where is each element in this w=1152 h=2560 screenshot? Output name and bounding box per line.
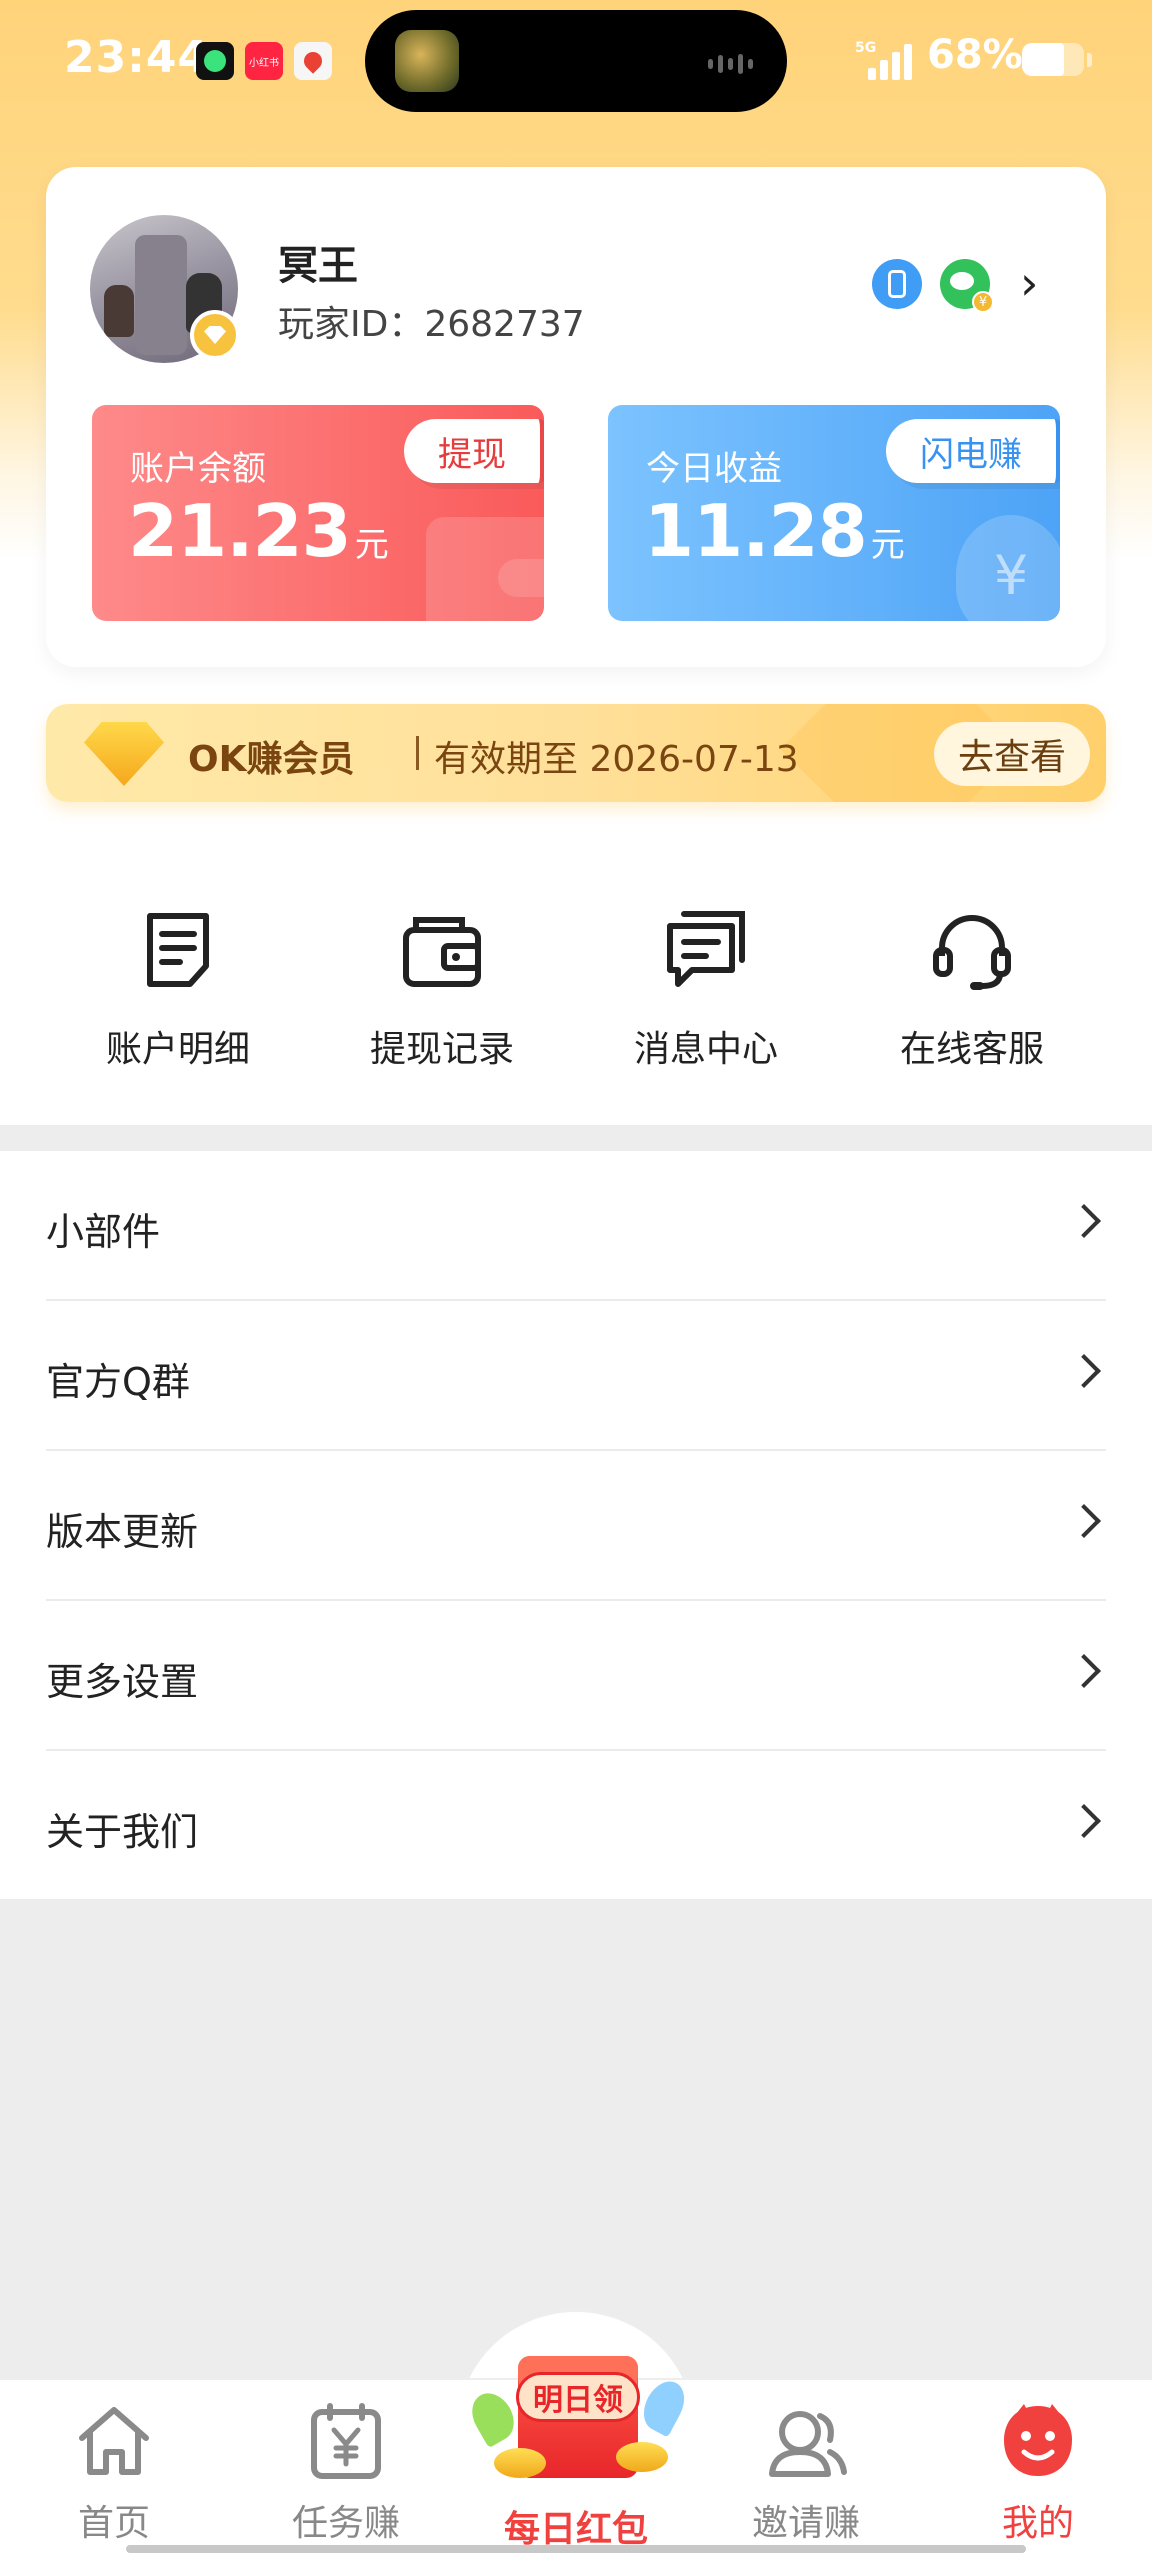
vip-expiry: 有效期至 2026-07-13: [434, 739, 799, 780]
coin-icon: [616, 2442, 668, 2472]
status-time: 23:44: [64, 32, 210, 83]
nav-label: 首页: [77, 2503, 150, 2544]
menu-item-label: 关于我们: [46, 1810, 199, 1854]
balance-card[interactable]: 账户余额 21.23 元 提现: [92, 405, 544, 621]
chevron-right-icon: [1067, 1804, 1101, 1838]
menu-item-qq-group[interactable]: 官方Q群: [46, 1301, 1106, 1451]
profile-card: 冥王 玩家ID：2682737 ¥ › 账户余额 21.23 元 提现 今日收益 …: [46, 167, 1106, 667]
chevron-right-icon: [1067, 1654, 1101, 1688]
menu-item-widgets[interactable]: 小部件: [46, 1151, 1106, 1301]
balance-label: 账户余额: [130, 449, 266, 489]
menu-item-more-settings[interactable]: 更多设置: [46, 1601, 1106, 1751]
today-earnings-value: 11.28 元: [644, 489, 905, 573]
audio-wave-icon: [708, 54, 753, 74]
quick-action-label: 在线客服: [899, 1029, 1044, 1070]
profile-detail-chevron-icon[interactable]: ›: [1020, 260, 1062, 306]
nav-tasks[interactable]: 任务赚: [256, 2400, 436, 2546]
music-app-icon: [196, 42, 234, 80]
today-earnings-card[interactable]: 今日收益 11.28 元 ¥ 闪电赚: [608, 405, 1060, 621]
vip-banner[interactable]: OK赚会员 有效期至 2026-07-13 去查看: [46, 704, 1106, 802]
dynamic-island: [365, 10, 787, 112]
menu-item-label: 版本更新: [46, 1510, 199, 1554]
menu-item-label: 官方Q群: [46, 1360, 190, 1404]
task-calendar-icon: [304, 2400, 388, 2484]
nav-label: 我的: [1001, 2503, 1074, 2544]
section-divider: [0, 1125, 1152, 1151]
settings-menu: 小部件 官方Q群 版本更新 更多设置 关于我们: [0, 1151, 1152, 1899]
xiaohongshu-app-icon: 小红书: [245, 42, 283, 80]
nav-invite[interactable]: 邀请赚: [716, 2400, 896, 2546]
nav-home[interactable]: 首页: [24, 2400, 204, 2546]
quick-action-label: 提现记录: [369, 1029, 514, 1070]
home-icon: [72, 2400, 156, 2484]
vip-title: OK赚会员: [188, 739, 355, 780]
chevron-right-icon: [1067, 1354, 1101, 1388]
document-icon: [136, 908, 220, 992]
money-bag-deco-icon: ¥: [956, 515, 1060, 621]
quick-actions: 账户明细 提现记录 消息中心 在线客服: [0, 880, 1152, 1100]
coin-icon: [494, 2448, 546, 2478]
wallet-deco-icon: [426, 517, 544, 621]
daily-packet-badge: 明日领: [516, 2372, 640, 2422]
leaf-deco-icon: [635, 2374, 693, 2438]
message-icon: [664, 908, 748, 992]
smile-face-icon: [996, 2400, 1080, 2484]
map-app-icon: [294, 42, 332, 80]
quick-action-account-detail[interactable]: 账户明细: [48, 880, 308, 1072]
menu-item-label: 更多设置: [46, 1660, 199, 1704]
vip-separator: [416, 736, 419, 770]
battery-icon: [1022, 43, 1084, 76]
nav-label: 任务赚: [291, 2503, 400, 2544]
quick-action-label: 账户明细: [105, 1029, 250, 1070]
menu-item-about-us[interactable]: 关于我们: [46, 1751, 1106, 1901]
phone-bound-icon: [872, 259, 922, 309]
chevron-right-icon: [1067, 1204, 1101, 1238]
balance-value: 21.23 元: [128, 489, 389, 573]
invite-people-icon: [764, 2400, 848, 2484]
quick-action-withdraw-records[interactable]: 提现记录: [312, 880, 572, 1072]
leaf-deco-icon: [464, 2385, 522, 2449]
daily-red-packet-button[interactable]: 明日领: [464, 2330, 693, 2480]
now-playing-artwork: [395, 30, 459, 92]
nav-mine[interactable]: 我的: [948, 2400, 1128, 2546]
player-id: 玩家ID：2682737: [278, 304, 585, 345]
chevron-right-icon: [1067, 1504, 1101, 1538]
wechat-bound-icon: ¥: [940, 259, 994, 313]
vip-view-button[interactable]: 去查看: [933, 722, 1090, 786]
home-indicator[interactable]: [126, 2545, 1026, 2553]
status-bar: 23:44 小红书 5G 68%: [0, 0, 1152, 120]
menu-item-version-update[interactable]: 版本更新: [46, 1451, 1106, 1601]
wallet-icon: [400, 908, 484, 992]
headset-icon: [930, 908, 1014, 992]
quick-action-message-center[interactable]: 消息中心: [576, 880, 836, 1072]
withdraw-button[interactable]: 提现: [404, 419, 544, 483]
username: 冥王: [278, 243, 358, 289]
lightning-earn-button[interactable]: 闪电赚: [886, 419, 1060, 483]
battery-percent: 68%: [927, 32, 1023, 78]
menu-item-label: 小部件: [46, 1210, 161, 1254]
diamond-icon: [84, 722, 164, 786]
nav-label: 邀请赚: [751, 2503, 860, 2544]
quick-action-online-service[interactable]: 在线客服: [842, 880, 1102, 1072]
signal-icon: [868, 40, 916, 80]
quick-action-label: 消息中心: [633, 1029, 778, 1070]
battery-tip: [1087, 53, 1092, 67]
vip-badge-icon: [190, 310, 240, 360]
today-earnings-label: 今日收益: [646, 449, 782, 489]
